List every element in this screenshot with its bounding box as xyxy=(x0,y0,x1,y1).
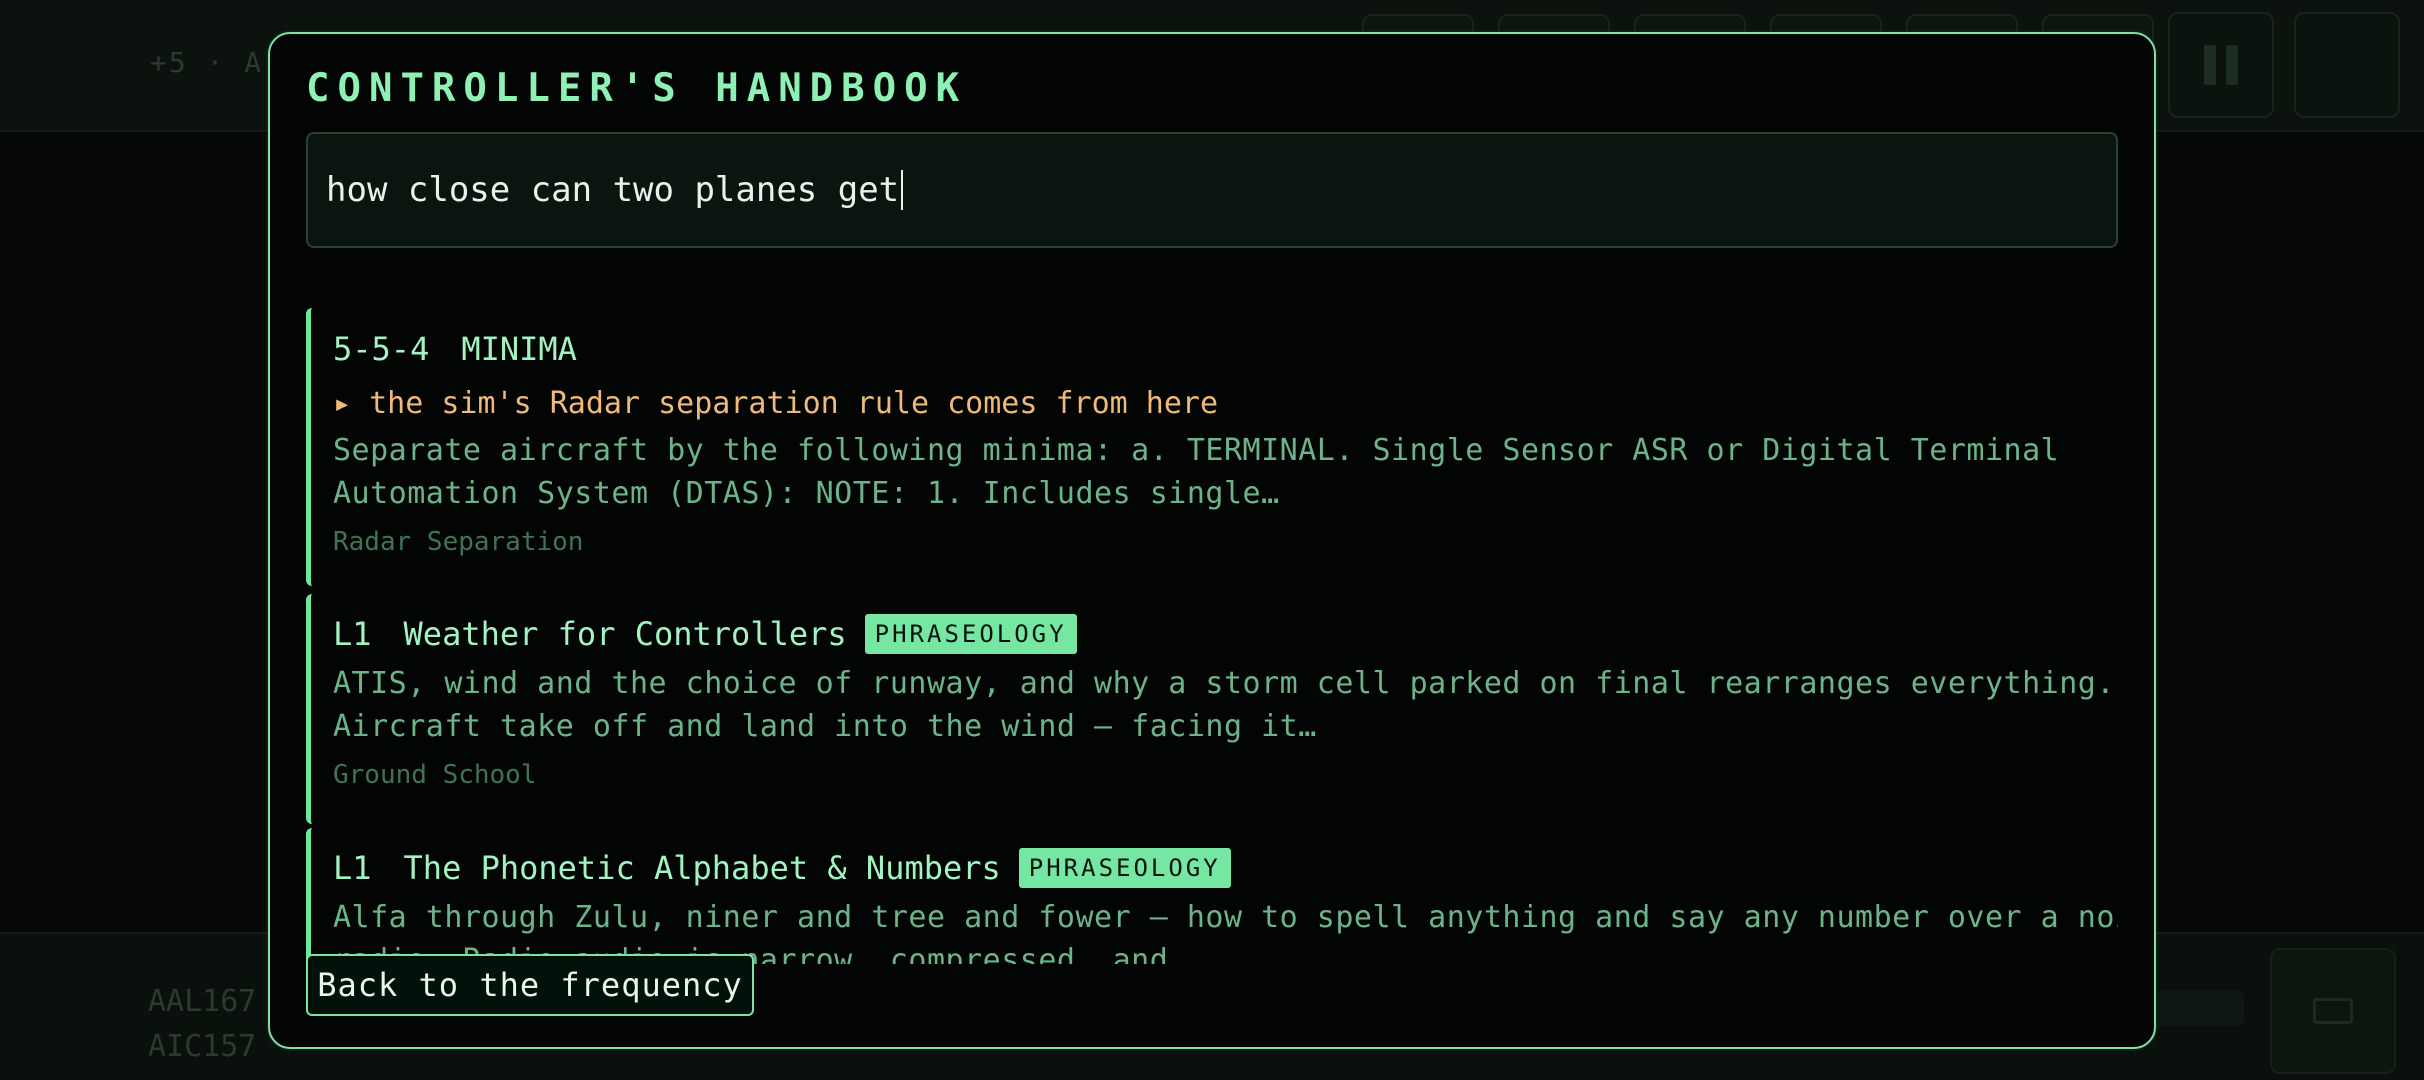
result-code: 5-5-4 xyxy=(333,330,430,368)
text-caret xyxy=(901,170,904,210)
result-code: L1 xyxy=(333,849,372,887)
result-item[interactable]: L1 The Phonetic Alphabet & Numbers PHRAS… xyxy=(306,828,2118,964)
result-heading: L1 Weather for Controllers PHRASEOLOGY xyxy=(333,614,2118,654)
result-item[interactable]: 5-5-4 MINIMA ▸ the sim's Radar separatio… xyxy=(306,308,2118,586)
handbook-search-input[interactable]: how close can two planes get xyxy=(306,132,2118,248)
toolbar-lead-text: +5 · A xyxy=(150,46,264,79)
result-title: MINIMA xyxy=(461,330,577,368)
result-category: Ground School xyxy=(333,760,537,790)
result-excerpt-line: Aircraft take off and land into the wind… xyxy=(333,709,1317,744)
result-code: L1 xyxy=(333,615,372,653)
phraseology-badge: PHRASEOLOGY xyxy=(1018,848,1231,888)
pause-button[interactable] xyxy=(2168,12,2274,118)
result-item[interactable]: L1 Weather for Controllers PHRASEOLOGY A… xyxy=(306,594,2118,824)
back-to-frequency-button[interactable]: Back to the frequency xyxy=(306,954,754,1016)
result-note: ▸ the sim's Radar separation rule comes … xyxy=(333,386,1219,421)
result-title: The Phonetic Alphabet & Numbers xyxy=(403,849,1001,887)
result-excerpt-line: Alfa through Zulu, niner and tree and fo… xyxy=(333,900,2118,935)
result-excerpt: ATIS, wind and the choice of runway, and… xyxy=(333,662,2115,748)
modal-title: CONTROLLER'S HANDBOOK xyxy=(306,66,968,111)
result-excerpt-line: Automation System (DTAS): NOTE: 1. Inclu… xyxy=(333,476,1280,511)
keyboard-icon xyxy=(2313,998,2353,1024)
flight-strip[interactable]: AAL167 xyxy=(148,984,256,1019)
speed-button[interactable] xyxy=(2294,12,2400,118)
result-heading: 5-5-4 MINIMA xyxy=(333,330,2118,368)
results-list: 5-5-4 MINIMA ▸ the sim's Radar separatio… xyxy=(306,274,2118,964)
result-excerpt-line: ATIS, wind and the choice of runway, and… xyxy=(333,666,2115,701)
pause-icon xyxy=(2204,45,2238,85)
search-input-value: how close can two planes get xyxy=(326,170,900,210)
flight-strip[interactable]: AIC157 xyxy=(148,1029,256,1064)
result-excerpt: Separate aircraft by the following minim… xyxy=(333,429,2093,515)
result-category: Radar Separation xyxy=(333,527,584,557)
phraseology-badge: PHRASEOLOGY xyxy=(864,614,1077,654)
result-excerpt-line: Separate aircraft by the following minim… xyxy=(333,433,2060,468)
status-pill xyxy=(2144,990,2244,1026)
result-heading: L1 The Phonetic Alphabet & Numbers PHRAS… xyxy=(333,848,2118,888)
result-title: Weather for Controllers xyxy=(403,615,847,653)
keyboard-button[interactable] xyxy=(2270,948,2396,1074)
handbook-modal: CONTROLLER'S HANDBOOK how close can two … xyxy=(268,32,2156,1049)
